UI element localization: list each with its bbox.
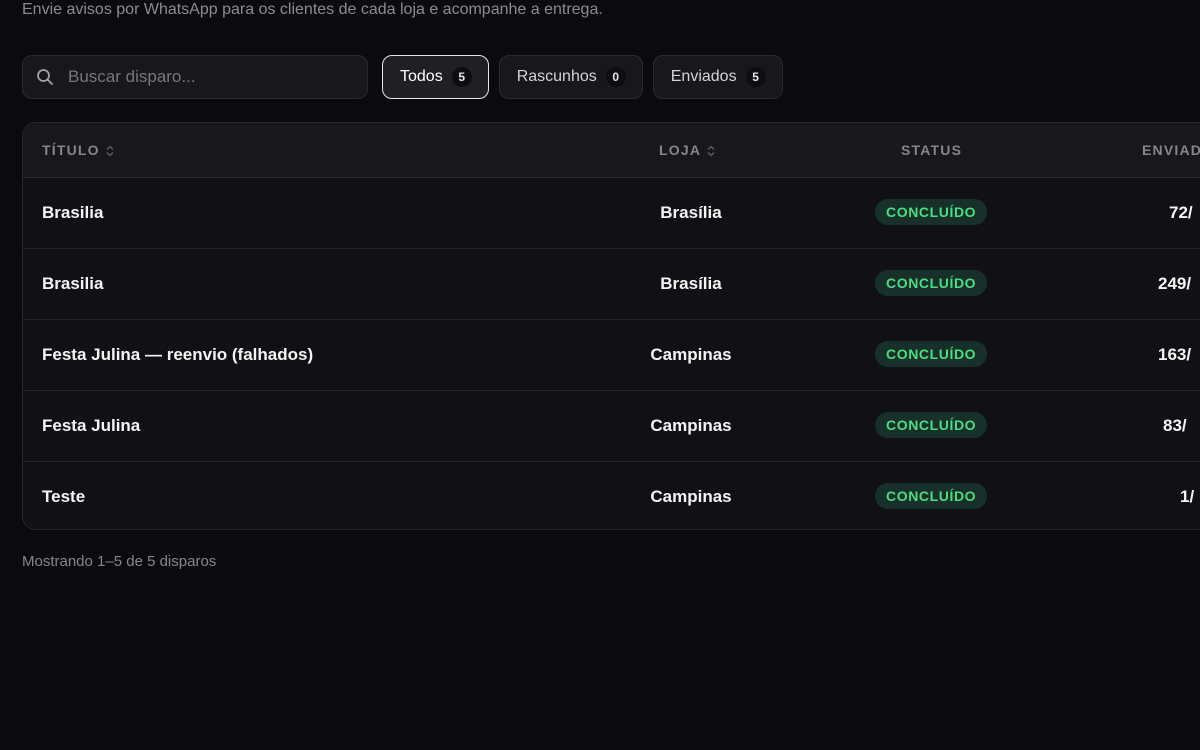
sort-icon: [707, 145, 715, 157]
filter-label: Enviados: [670, 68, 737, 85]
toolbar: Todos 5 Rascunhos 0 Enviados 5: [22, 55, 783, 99]
filter-rascunhos[interactable]: Rascunhos 0: [498, 55, 643, 99]
filter-label: Todos: [400, 68, 443, 85]
table-header: TÍTULO LOJA STATUS ENVIAD: [23, 123, 1200, 178]
row-title: Teste: [42, 487, 86, 506]
search-input[interactable]: [66, 66, 367, 88]
filter-count: 5: [451, 67, 472, 87]
column-header-status: STATUS: [901, 142, 963, 158]
sort-icon: [106, 145, 114, 157]
column-header-store[interactable]: LOJA: [659, 123, 715, 177]
table-row[interactable]: Festa Julina Campinas CONCLUÍDO 83/: [23, 391, 1200, 462]
dispatch-table: TÍTULO LOJA STATUS ENVIAD Brasilia Brasí…: [22, 122, 1200, 530]
table-row[interactable]: Festa Julina — reenvio (falhados) Campin…: [23, 320, 1200, 391]
row-sent-count: 83/: [1163, 416, 1187, 435]
table-row[interactable]: Brasilia Brasília CONCLUÍDO 249/: [23, 249, 1200, 320]
row-sent-count: 249/: [1158, 274, 1192, 293]
row-store: Brasília: [660, 203, 722, 222]
column-header-label: TÍTULO: [42, 142, 100, 158]
column-header-sent: ENVIAD: [1142, 142, 1200, 158]
filter-count: 5: [745, 67, 766, 87]
search-icon: [37, 69, 53, 85]
table-row[interactable]: Teste Campinas CONCLUÍDO 1/: [23, 462, 1200, 529]
row-title: Brasilia: [42, 274, 104, 293]
row-title: Festa Julina: [42, 416, 141, 435]
row-store: Campinas: [650, 487, 732, 506]
filter-label: Rascunhos: [516, 68, 597, 85]
pagination-summary: Mostrando 1–5 de 5 disparos: [22, 553, 217, 570]
row-store: Campinas: [650, 416, 732, 435]
row-title: Festa Julina — reenvio (falhados): [42, 345, 314, 364]
row-store: Campinas: [650, 345, 732, 364]
filter-count: 0: [605, 67, 626, 87]
filter-enviados[interactable]: Enviados 5: [652, 55, 783, 99]
status-badge: CONCLUÍDO: [875, 270, 988, 296]
table-row[interactable]: Brasilia Brasília CONCLUÍDO 72/: [23, 178, 1200, 249]
row-title: Brasilia: [42, 203, 104, 222]
status-badge: CONCLUÍDO: [875, 341, 988, 367]
filter-todos[interactable]: Todos 5: [382, 55, 489, 99]
page-subtitle: Envie avisos por WhatsApp para os client…: [22, 1, 603, 18]
row-store: Brasília: [660, 274, 722, 293]
status-badge: CONCLUÍDO: [875, 199, 988, 225]
status-badge: CONCLUÍDO: [875, 483, 988, 509]
row-sent-count: 72/: [1169, 203, 1193, 222]
row-sent-count: 163/: [1158, 345, 1192, 364]
search-box[interactable]: [22, 55, 368, 99]
row-sent-count: 1/: [1180, 487, 1195, 506]
page: Envie avisos por WhatsApp para os client…: [0, 0, 1200, 750]
column-header-label: LOJA: [659, 142, 702, 158]
status-badge: CONCLUÍDO: [875, 412, 988, 438]
column-header-title[interactable]: TÍTULO: [42, 123, 114, 177]
